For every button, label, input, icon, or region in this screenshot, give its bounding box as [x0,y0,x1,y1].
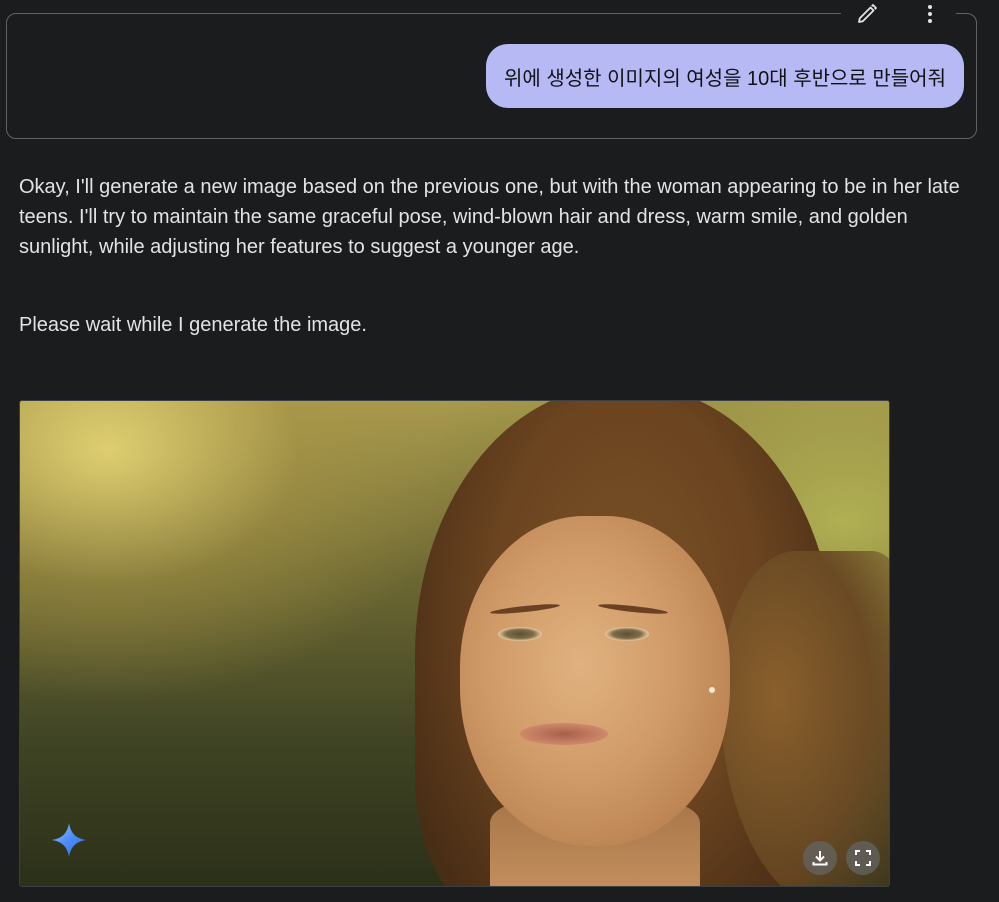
generated-image[interactable] [19,400,890,887]
chat-page: 위에 생성한 이미지의 여성을 10대 후반으로 만들어줘 Okay, I'll… [0,0,999,902]
fullscreen-image-button[interactable] [846,841,880,875]
user-prompt-container: 위에 생성한 이미지의 여성을 10대 후반으로 만들어줘 [6,0,977,139]
portrait-left-eye [498,627,542,641]
download-image-button[interactable] [803,841,837,875]
prompt-actions [841,0,956,28]
portrait-lips [520,723,608,745]
more-vert-icon [928,5,932,23]
portrait-earring [709,687,715,693]
gemini-sparkle-icon [52,823,86,857]
edit-prompt-button[interactable] [853,0,881,28]
download-icon [812,851,828,866]
pencil-icon [858,4,877,23]
more-options-button[interactable] [916,0,944,28]
fullscreen-icon [855,850,871,866]
response-paragraph: Okay, I'll generate a new image based on… [19,176,960,258]
response-wait-text: Please wait while I generate the image. [19,314,367,336]
portrait-right-eye [605,627,649,641]
model-response: Okay, I'll generate a new image based on… [19,172,969,340]
user-message-bubble: 위에 생성한 이미지의 여성을 10대 후반으로 만들어줘 [486,44,964,108]
portrait-face [460,516,730,846]
